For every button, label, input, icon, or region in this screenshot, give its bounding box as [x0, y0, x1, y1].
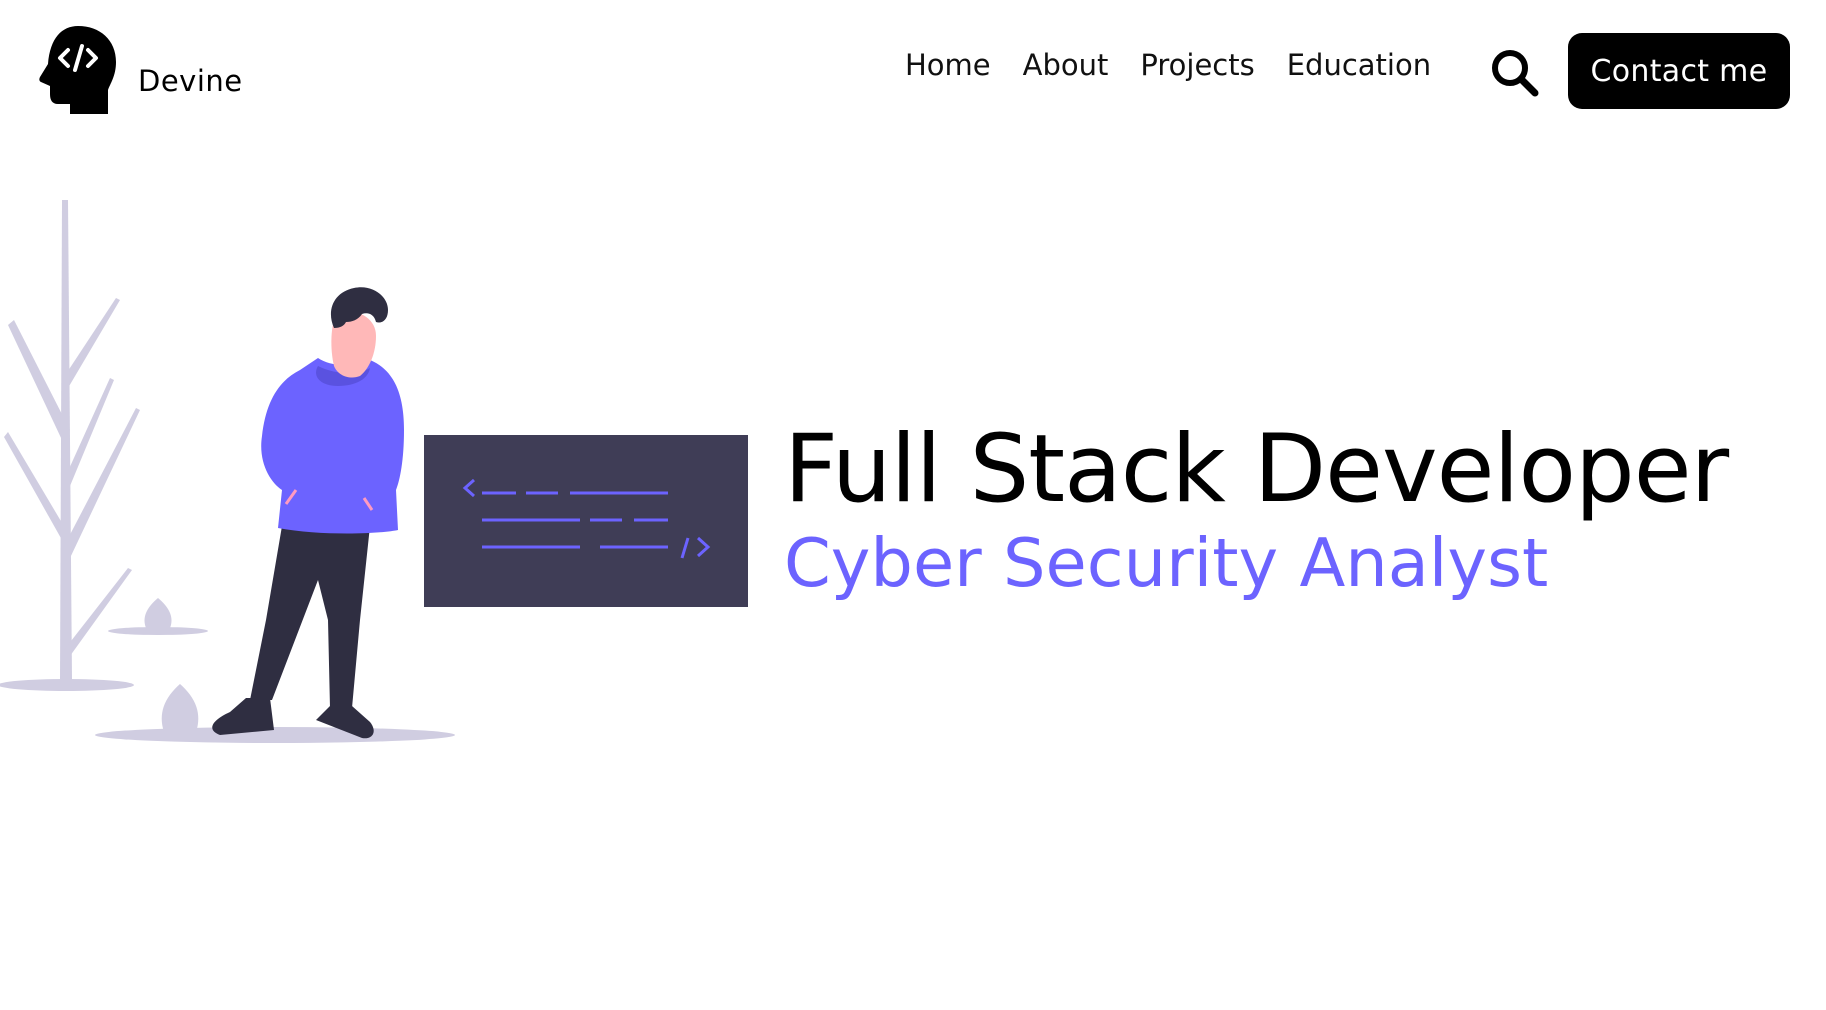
- developer-illustration: [0, 200, 748, 743]
- code-window-illustration: [424, 435, 748, 607]
- main-nav: Home About Projects Education: [905, 48, 1431, 82]
- brand-name: Devine: [138, 64, 243, 98]
- nav-item-home[interactable]: Home: [905, 48, 991, 82]
- nav-item-about[interactable]: About: [1023, 48, 1109, 82]
- head-code-icon: [39, 26, 116, 114]
- site-header: Devine Home About Projects Education Con…: [0, 0, 1826, 140]
- nav-item-projects[interactable]: Projects: [1140, 48, 1254, 82]
- hero-title: Full Stack Developer: [784, 415, 1729, 524]
- hero-subtitle: Cyber Security Analyst: [784, 524, 1549, 603]
- nav-item-education[interactable]: Education: [1287, 48, 1431, 82]
- search-button[interactable]: [1490, 48, 1540, 98]
- contact-button[interactable]: Contact me: [1568, 33, 1790, 109]
- hero-text: Full Stack Developer Cyber Security Anal…: [784, 415, 1729, 603]
- brand-logo-link[interactable]: Devine: [38, 24, 243, 116]
- person-illustration: [212, 287, 404, 739]
- search-icon: [1492, 50, 1539, 97]
